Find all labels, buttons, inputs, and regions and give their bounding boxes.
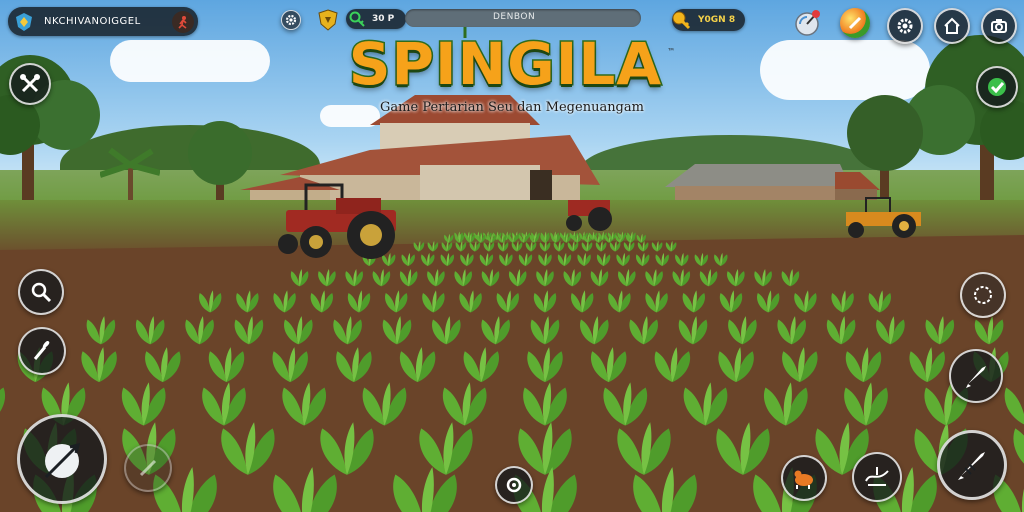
gold-key-icon bbox=[670, 9, 692, 31]
animal-button[interactable] bbox=[781, 455, 827, 501]
shield-icon bbox=[318, 9, 338, 31]
compass-button[interactable] bbox=[960, 272, 1006, 318]
joystick[interactable] bbox=[17, 414, 107, 504]
confirm-button[interactable] bbox=[976, 66, 1018, 108]
hoe-icon bbox=[137, 457, 159, 479]
tractor-orange bbox=[846, 197, 921, 238]
magnifier-icon bbox=[29, 280, 53, 304]
settings-button[interactable] bbox=[887, 8, 923, 44]
center-action-button[interactable] bbox=[495, 466, 533, 504]
sickle-icon bbox=[30, 339, 54, 363]
game-subtitle: Game Pertarian Seu dan Megenuangam bbox=[380, 100, 644, 115]
checkmark-icon bbox=[986, 76, 1008, 98]
boost-orb-icon[interactable] bbox=[840, 8, 870, 38]
energy-value: 30 P bbox=[372, 14, 395, 24]
joystick-icon bbox=[40, 437, 84, 481]
map-button[interactable] bbox=[852, 452, 902, 502]
rocket-big-button[interactable] bbox=[937, 430, 1007, 500]
gear-icon[interactable] bbox=[281, 10, 301, 30]
map-icon bbox=[863, 463, 891, 491]
gear-icon bbox=[896, 17, 914, 35]
trademark-mark: ™ bbox=[667, 47, 676, 56]
level-progress-bar: DENBON bbox=[405, 9, 641, 27]
tractor-small bbox=[566, 200, 612, 231]
center-dot-icon bbox=[505, 476, 523, 494]
shield-badge-icon bbox=[14, 12, 34, 32]
animal-icon bbox=[791, 465, 817, 491]
rocket-icon bbox=[962, 362, 990, 390]
hoe-action-button[interactable] bbox=[124, 444, 172, 492]
home-icon bbox=[943, 17, 961, 35]
rocket-button[interactable] bbox=[949, 349, 1003, 403]
crop-plant bbox=[617, 231, 627, 240]
search-button[interactable] bbox=[18, 269, 64, 315]
crop-plant bbox=[444, 233, 454, 243]
sickle-button[interactable] bbox=[18, 327, 66, 375]
energy-counter: 30 P bbox=[346, 9, 406, 29]
home-button[interactable] bbox=[934, 8, 970, 44]
tools-button[interactable] bbox=[9, 63, 51, 105]
game-logo: SPINGILA ™ bbox=[0, 29, 1024, 100]
key-icon bbox=[348, 10, 366, 28]
logo-text: SPINGILA bbox=[347, 29, 663, 100]
camera-icon bbox=[990, 17, 1008, 35]
coins-value: Y0GN 8 bbox=[698, 15, 736, 25]
rocket-icon bbox=[955, 448, 989, 482]
coins-counter: Y0GN 8 bbox=[672, 9, 745, 31]
compass-icon bbox=[971, 283, 995, 307]
tractor-red bbox=[278, 183, 396, 259]
tools-icon bbox=[19, 73, 41, 95]
player-profile[interactable]: NKCHIVANOIGGEL bbox=[8, 7, 198, 36]
runner-avatar-icon[interactable] bbox=[172, 10, 194, 33]
camera-button[interactable] bbox=[981, 8, 1017, 44]
radar-dish-icon[interactable] bbox=[794, 8, 824, 38]
level-bar-label: DENBON bbox=[493, 12, 536, 22]
player-name: NKCHIVANOIGGEL bbox=[44, 16, 141, 27]
